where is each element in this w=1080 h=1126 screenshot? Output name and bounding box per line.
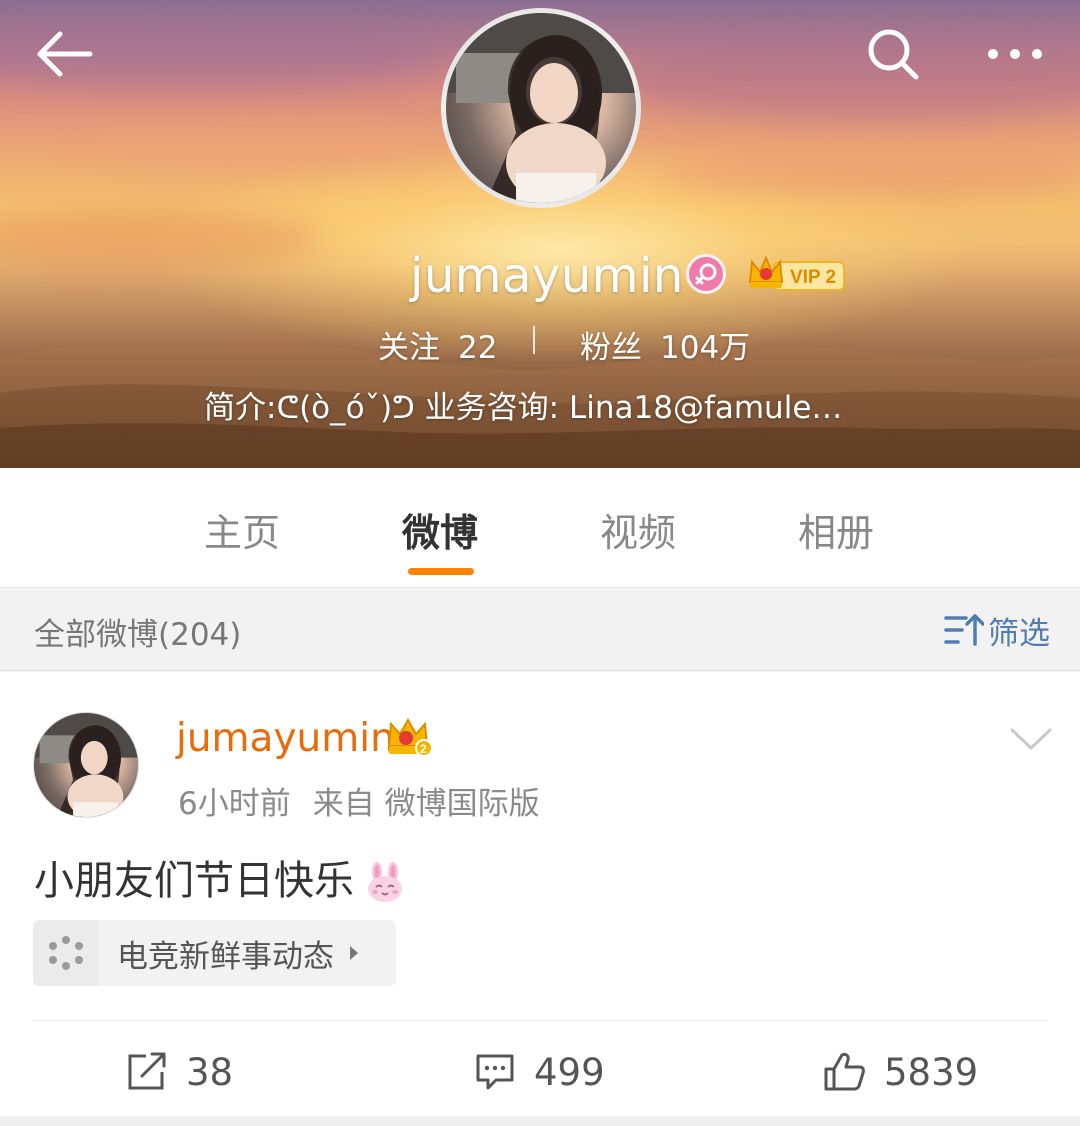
- fans-number: 104万: [660, 330, 751, 366]
- svg-text:VIP 2: VIP 2: [790, 267, 836, 288]
- fans-count[interactable]: 粉丝 104万: [580, 322, 750, 367]
- profile-bio[interactable]: 简介:ᕦ(ò_óˇ)ᕤ 业务咨询: Lina18@famule…: [204, 382, 884, 427]
- post-username[interactable]: jumayumin: [176, 716, 395, 761]
- profile-name-row: jumayumin VIP 2: [0, 248, 1080, 304]
- post-time: 6小时前: [178, 786, 291, 822]
- like-count: 5839: [884, 1050, 979, 1094]
- topic-label: 电竞新鲜事动态: [117, 938, 334, 975]
- tab-weibo[interactable]: 微博: [402, 502, 478, 557]
- post-text: 小朋友们节日快乐: [34, 858, 354, 904]
- post-card[interactable]: jumayumin 2 6小时前 来自 微博国际版 小朋友们节日快乐 电竞新鲜事…: [0, 672, 1080, 1116]
- post-content: 小朋友们节日快乐: [34, 848, 406, 906]
- repost-count: 38: [186, 1050, 234, 1094]
- chevron-right-icon: [350, 946, 358, 960]
- vip-badge[interactable]: VIP 2: [746, 252, 846, 296]
- post-options-button[interactable]: [1006, 722, 1056, 758]
- post-source[interactable]: 来自 微博国际版: [313, 786, 540, 822]
- comment-button[interactable]: 499: [474, 1044, 605, 1100]
- following-number: 22: [458, 330, 498, 366]
- vip-crown-icon: 2: [386, 716, 433, 758]
- vip-crown-icon: VIP 2: [748, 255, 845, 291]
- comment-count: 499: [534, 1050, 605, 1094]
- filter-icon: [944, 614, 984, 646]
- female-icon: [686, 254, 726, 294]
- like-button[interactable]: 5839: [822, 1044, 978, 1100]
- profile-header-banner: jumayumin VIP 2 关注 22 粉丝 104万 简介:ᕦ(ò_óˇ)…: [0, 0, 1080, 468]
- all-weibo-count: 全部微博(204): [34, 617, 242, 653]
- back-button[interactable]: [24, 14, 104, 94]
- comment-icon: [476, 1054, 514, 1090]
- post-avatar[interactable]: [33, 712, 139, 818]
- profile-stats: 关注 22 粉丝 104万: [0, 322, 1080, 366]
- chevron-down-icon: [1010, 728, 1052, 750]
- tab-album[interactable]: 相册: [798, 502, 874, 557]
- following-count[interactable]: 关注 22: [378, 322, 497, 367]
- repost-icon: [128, 1052, 166, 1090]
- profile-tabs: 主页 微博 视频 相册: [0, 468, 1080, 588]
- tab-home[interactable]: 主页: [204, 502, 280, 557]
- search-button[interactable]: [853, 14, 933, 94]
- search-icon: [868, 29, 919, 80]
- profile-page: jumayumin VIP 2 关注 22 粉丝 104万 简介:ᕦ(ò_óˇ)…: [0, 0, 1080, 1126]
- bunny-emoji-icon: [364, 862, 406, 904]
- post-meta: 6小时前 来自 微博国际版: [178, 778, 540, 823]
- more-button[interactable]: [975, 14, 1055, 94]
- active-tab-indicator: [408, 568, 474, 575]
- filter-button[interactable]: 筛选: [944, 605, 1050, 655]
- stats-divider: [533, 326, 535, 354]
- feed-filter-bar: 全部微博(204) 筛选: [0, 589, 1080, 671]
- post-divider: [33, 1020, 1047, 1021]
- repost-button[interactable]: 38: [126, 1044, 233, 1100]
- filter-label: 筛选: [988, 615, 1050, 652]
- following-label: 关注: [378, 330, 440, 366]
- svg-text:2: 2: [420, 742, 427, 756]
- profile-username: jumayumin: [410, 248, 684, 304]
- tab-video[interactable]: 视频: [600, 502, 676, 557]
- fans-label: 粉丝: [580, 330, 642, 366]
- topic-chip[interactable]: 电竞新鲜事动态: [33, 920, 396, 986]
- back-arrow-icon: [37, 31, 93, 77]
- like-icon: [824, 1052, 865, 1091]
- more-icon: [988, 49, 1042, 59]
- feed-gap: [0, 1116, 1080, 1126]
- topic-dots-icon: [33, 920, 99, 986]
- profile-avatar[interactable]: [441, 8, 641, 208]
